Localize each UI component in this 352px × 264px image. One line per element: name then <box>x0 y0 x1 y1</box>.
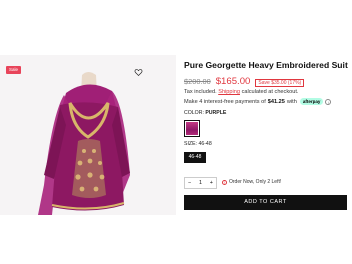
compare-at-price: $200.00 <box>184 77 211 86</box>
color-swatch-purple[interactable] <box>184 120 200 137</box>
product-info: Pure Georgette Heavy Embroidered Suit $2… <box>184 60 348 210</box>
afterpay-logo[interactable]: afterpay <box>299 98 324 105</box>
size-heading-label: SIZE: <box>184 141 197 147</box>
size-heading: SIZE: 46-48 <box>184 141 212 147</box>
savings-badge: Save $35.00 (17%) <box>255 79 305 87</box>
stock-note-text: Order Now, Only 2 Left! <box>229 179 282 185</box>
qty-plus-button[interactable]: + <box>210 180 213 186</box>
qty-value[interactable]: 1 <box>199 180 202 186</box>
add-to-cart-button[interactable]: ADD TO CART <box>184 195 347 210</box>
page-top-area <box>0 0 352 50</box>
info-circle-icon[interactable]: i <box>325 98 332 105</box>
tax-suffix: calculated at checkout. <box>241 89 299 95</box>
sale-badge: Sale <box>6 66 22 74</box>
size-option-46-48[interactable]: 46-48 <box>184 152 206 163</box>
color-heading: COLOR: PURPLE <box>184 110 226 116</box>
quantity-stepper: − 1 + <box>184 177 217 189</box>
suit-illustration <box>0 55 176 215</box>
size-value: 46-48 <box>198 141 212 147</box>
qty-minus-button[interactable]: − <box>188 180 191 186</box>
installment-suffix: with <box>286 98 297 105</box>
color-value: PURPLE <box>205 110 227 116</box>
installment-amount: $41.25 <box>267 98 285 105</box>
tax-shipping-note: Tax included. Shipping calculated at che… <box>184 89 298 95</box>
alert-circle-icon: ! <box>222 179 227 185</box>
product-title: Pure Georgette Heavy Embroidered Suit <box>184 60 348 70</box>
heart-outline-icon[interactable] <box>134 68 143 77</box>
installment-prefix: Make 4 interest-free payments of <box>184 98 266 105</box>
shipping-link[interactable]: Shipping <box>218 89 240 95</box>
stock-note: ! Order Now, Only 2 Left! <box>222 179 281 185</box>
color-heading-label: COLOR: <box>184 110 204 116</box>
tax-prefix: Tax included. <box>184 89 217 95</box>
swatch-image <box>186 122 198 135</box>
price-row: $200.00 $165.00 Save $35.00 (17%) <box>184 76 305 87</box>
sale-price: $165.00 <box>215 76 251 87</box>
product-image[interactable] <box>0 55 176 215</box>
installment-note: Make 4 interest-free payments of $41.25 … <box>184 98 332 105</box>
